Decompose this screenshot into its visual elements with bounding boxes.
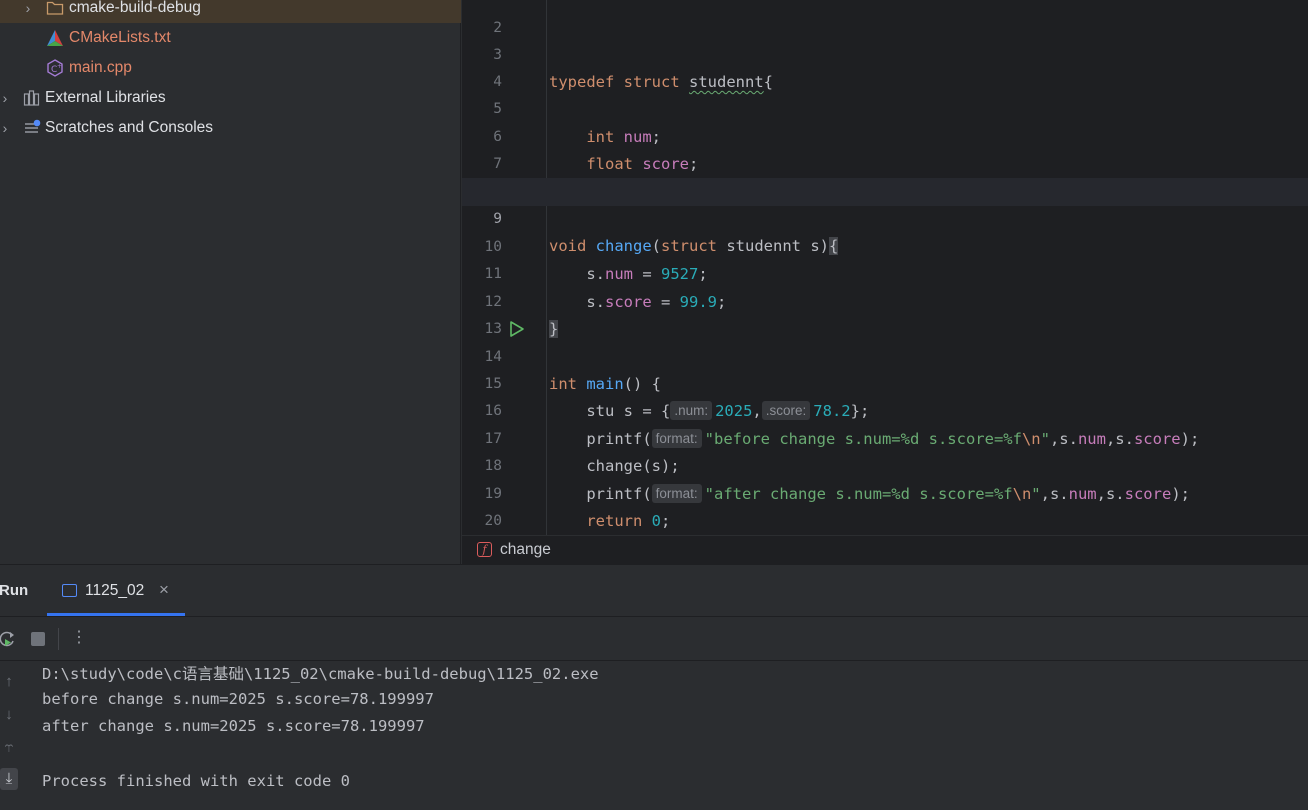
chevron-right-icon[interactable]: › [0,91,12,105]
divider [58,628,59,650]
code-line[interactable]: 12 } [462,261,1308,338]
divider [0,616,1308,617]
code-line[interactable]: 4 [462,41,1308,90]
console-line: D:\study\code\c语言基础\1125_02\cmake-build-… [42,665,599,683]
rerun-icon[interactable] [0,629,17,649]
tree-item-label: main.cpp [69,59,132,76]
more-options-icon[interactable]: ⋮ [69,628,89,648]
tree-item-cmake-build-debug[interactable]: › cmake-build-debug [0,0,461,23]
library-icon [23,90,40,106]
run-config-tab[interactable]: 1125_02 × [47,565,185,616]
tree-item-label: Scratches and Consoles [45,119,214,136]
code-line[interactable]: 6 float score; [462,96,1308,174]
tree-item-main-cpp[interactable]: C + main.cpp [0,53,461,83]
breadcrumb-label: change [500,541,551,558]
cpp-file-icon: C + [47,59,63,77]
svg-text:+: + [57,63,62,70]
code-line[interactable]: 17 change(s); [462,398,1308,476]
chevron-right-icon[interactable]: › [21,1,35,15]
code-line[interactable]: 15 stu s = {.num: 2025, .score: 78.2}; [462,343,1308,420]
breadcrumb[interactable]: f change [462,535,1308,564]
tree-item-label: External Libraries [45,89,166,106]
code-line[interactable]: 19 return 0; [462,453,1308,531]
code-line[interactable]: 5 int num; [462,69,1308,146]
code-line[interactable]: 14 int main() { [462,316,1308,394]
code-line-current[interactable]: 9 void change(struct studennt s){ [462,178,1308,255]
console-output[interactable]: D:\study\code\c语言基础\1125_02\cmake-build-… [27,661,1308,810]
console-icon [62,584,77,597]
code-line[interactable]: 20 } [462,481,1308,558]
code-line[interactable]: 18 printf(format: "after change s.num=%d … [462,426,1308,503]
project-tool-window: › cmake-build-debug CMakeLists.txt C + m… [0,0,461,564]
code-line[interactable]: 21 [462,508,1308,557]
code-line[interactable]: 2 [462,0,1308,36]
scroll-down-icon[interactable]: ↓ [0,704,18,726]
code-line[interactable]: 7 }stu; [462,124,1308,201]
tree-item-label: cmake-build-debug [69,0,201,16]
scroll-to-end-icon[interactable]: ⤓ [0,768,18,790]
code-line[interactable]: 10 s.num = 9527; [462,206,1308,284]
code-line[interactable]: 13 [462,289,1308,337]
run-gutter-icon[interactable] [509,320,525,338]
function-icon: f [477,542,492,557]
code-line[interactable]: 3 typedef struct studennt{ [462,14,1308,92]
console-line: before change s.num=2025 s.score=78.1999… [42,690,434,708]
stop-icon[interactable] [28,629,48,649]
folder-icon [46,1,64,15]
run-tool-window: Run 1125_02 × ⋮ ↑ ↓ ⥾ ⤓ D:\study\code\c语… [0,564,1308,810]
chevron-right-icon[interactable]: › [0,121,12,135]
tree-item-scratches[interactable]: › Scratches and Consoles [0,113,461,143]
code-line[interactable]: 8 [462,151,1308,200]
tree-item-external-libraries[interactable]: › External Libraries [0,83,461,113]
tree-item-cmakelists[interactable]: CMakeLists.txt [0,23,461,53]
console-line: after change s.num=2025 s.score=78.19999… [42,717,425,735]
code-line[interactable]: 16 printf(format: "before change s.num=%d… [462,371,1308,448]
tree-item-label: CMakeLists.txt [69,29,171,46]
soft-wrap-icon[interactable]: ⥾ [0,737,18,759]
run-panel-title: Run [0,582,29,599]
run-tab-label: 1125_02 [85,582,145,599]
close-icon[interactable]: × [159,580,169,600]
scroll-up-icon[interactable]: ↑ [0,671,18,693]
console-line: Process finished with exit code 0 [42,772,350,790]
code-line[interactable]: 11 s.score = 99.9; [462,234,1308,311]
scratches-icon [25,119,41,133]
cmake-icon [47,30,63,46]
